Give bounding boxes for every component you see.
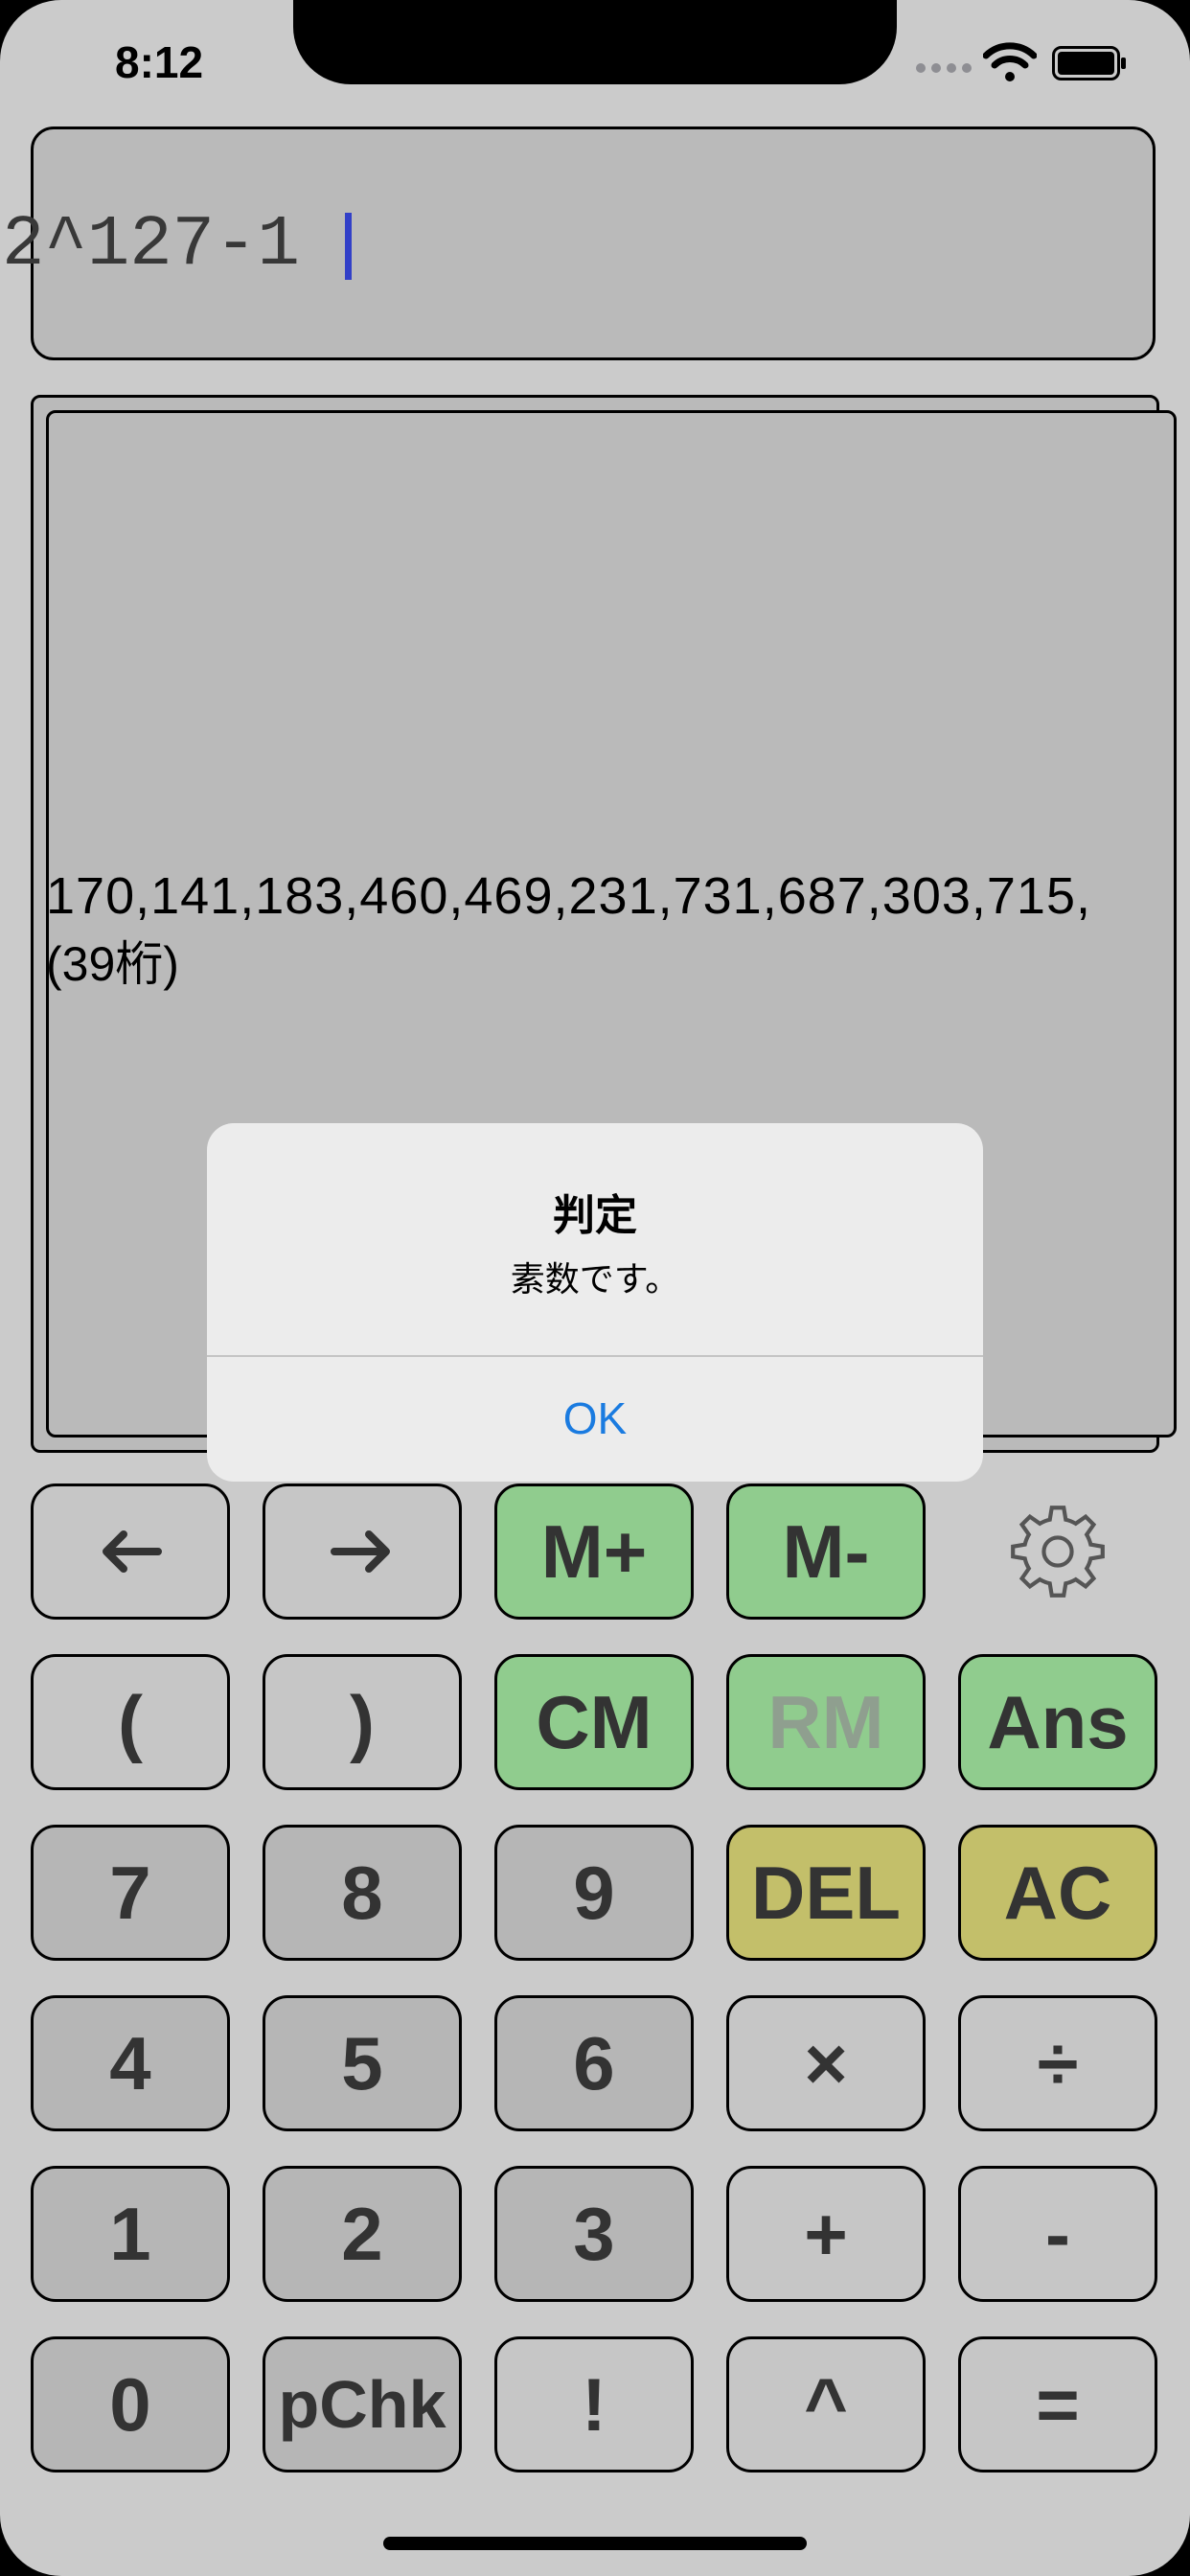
digit-9-button[interactable]: 9 <box>494 1825 694 1961</box>
result-value: 170,141,183,460,469,231,731,687,303,715, <box>46 867 1091 925</box>
status-time: 8:12 <box>115 37 204 87</box>
alert-ok-button[interactable]: OK <box>207 1355 983 1482</box>
memory-recall-button[interactable]: RM <box>726 1654 926 1790</box>
multiply-button[interactable]: × <box>726 1995 926 2131</box>
alert-title: 判定 <box>553 1192 637 1239</box>
battery-icon <box>1052 46 1126 80</box>
plus-button[interactable]: + <box>726 2166 926 2302</box>
digit-3-button[interactable]: 3 <box>494 2166 694 2302</box>
digit-5-button[interactable]: 5 <box>263 1995 462 2131</box>
cursor-left-button[interactable] <box>31 1484 230 1620</box>
alert-message: 素数です。 <box>510 1259 680 1299</box>
cursor-right-button[interactable] <box>263 1484 462 1620</box>
digit-2-button[interactable]: 2 <box>263 2166 462 2302</box>
digit-6-button[interactable]: 6 <box>494 1995 694 2131</box>
digit-8-button[interactable]: 8 <box>263 1825 462 1961</box>
divide-button[interactable]: ÷ <box>958 1995 1157 2131</box>
factorial-button[interactable]: ! <box>494 2336 694 2472</box>
digit-7-button[interactable]: 7 <box>31 1825 230 1961</box>
expression-text: 2^127-1 <box>2 205 300 286</box>
calculator-screen: 8:12 2^127-1 170,141,183,460,469,231,731… <box>0 0 1190 2576</box>
result-digit-count: (39桁) <box>46 937 179 991</box>
memory-minus-button[interactable]: M- <box>726 1484 926 1620</box>
equals-button[interactable]: = <box>958 2336 1157 2472</box>
memory-plus-button[interactable]: M+ <box>494 1484 694 1620</box>
minus-button[interactable]: - <box>958 2166 1157 2302</box>
answer-button[interactable]: Ans <box>958 1654 1157 1790</box>
memory-clear-button[interactable]: CM <box>494 1654 694 1790</box>
power-button[interactable]: ^ <box>726 2336 926 2472</box>
open-paren-button[interactable]: ( <box>31 1654 230 1790</box>
delete-button[interactable]: DEL <box>726 1825 926 1961</box>
text-caret <box>345 213 352 280</box>
all-clear-button[interactable]: AC <box>958 1825 1157 1961</box>
signal-icon <box>916 63 972 77</box>
wifi-icon <box>983 42 1037 81</box>
digit-1-button[interactable]: 1 <box>31 2166 230 2302</box>
arrow-right-icon <box>331 1530 390 1573</box>
digit-4-button[interactable]: 4 <box>31 1995 230 2131</box>
home-indicator[interactable] <box>383 2537 807 2550</box>
notch <box>293 0 897 84</box>
prime-check-button[interactable]: pChk <box>263 2336 462 2472</box>
arrow-left-icon <box>103 1530 162 1573</box>
close-paren-button[interactable]: ) <box>263 1654 462 1790</box>
alert-dialog: 判定 素数です。 OK <box>207 1123 983 1482</box>
digit-0-button[interactable]: 0 <box>31 2336 230 2472</box>
gear-icon[interactable] <box>1008 1502 1108 1601</box>
